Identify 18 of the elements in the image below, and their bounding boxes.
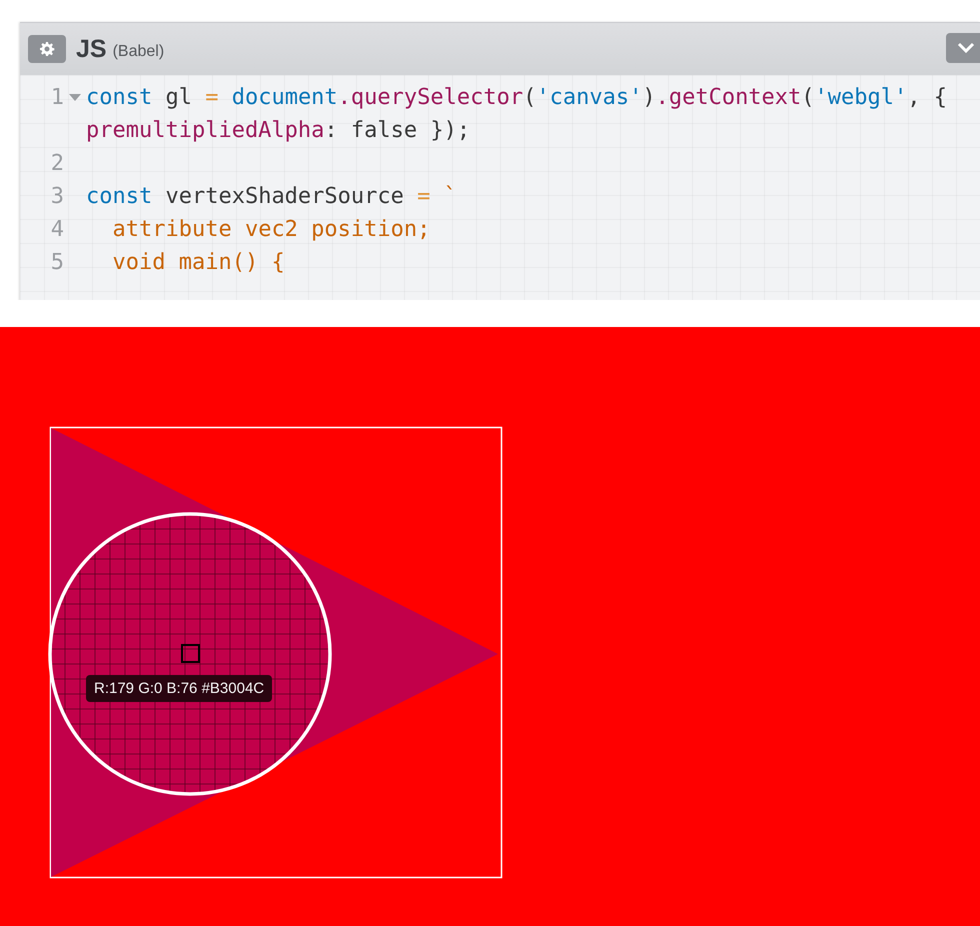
pixel-cursor [181,644,200,663]
line-number: 3 [50,183,64,211]
code-line: void main() { [112,249,286,277]
code-line: const vertexShaderSource = ` [86,183,458,211]
pixel-color-tooltip: R:179 G:0 B:76 #B3004C [86,675,272,702]
code-line: const gl = document.querySelector('canvas').getContext('webgl', { premultipliedAlpha: false }); [86,84,948,145]
line-number: 5 [50,249,64,277]
chevron-down-icon [957,42,975,54]
collapse-button[interactable] [946,33,980,63]
settings-button[interactable] [28,35,66,63]
code-line: attribute vec2 position; [112,216,432,244]
line-number: 4 [50,216,64,244]
preprocessor-label: (Babel) [112,43,164,61]
settings-icon [39,41,55,57]
line-number: 1 [50,84,64,112]
line-number: 2 [50,150,64,178]
language-label: JS [76,34,107,64]
fold-arrow-icon[interactable] [69,94,81,101]
